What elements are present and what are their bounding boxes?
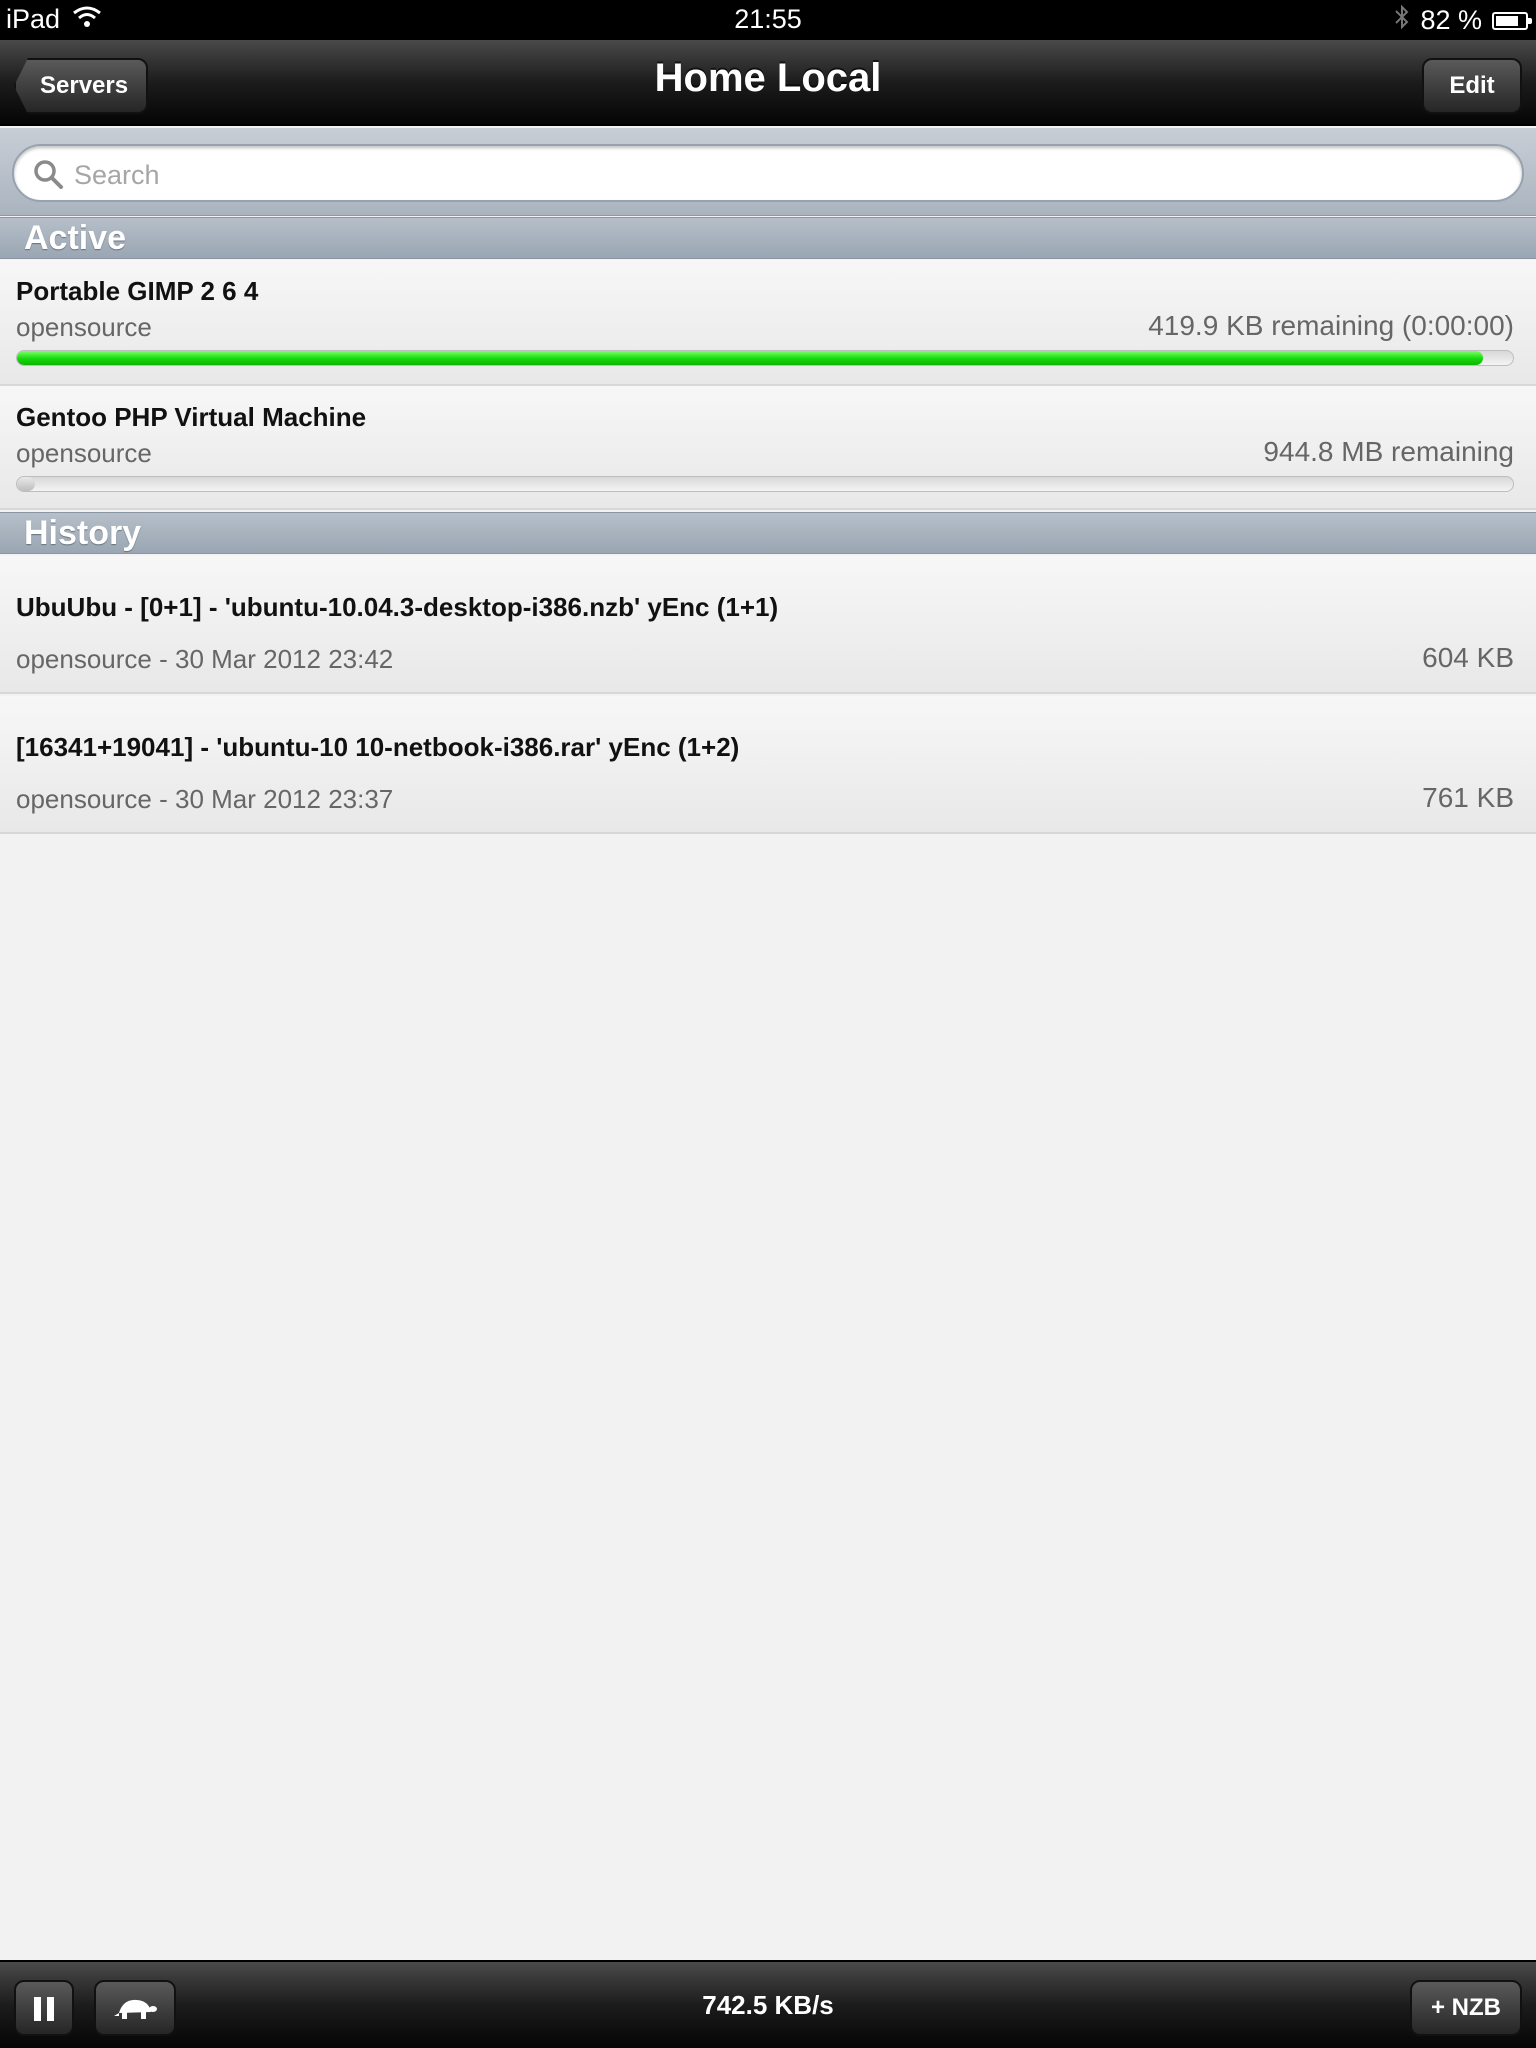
- app-screen: iPad 21:55 82 % Servers Home Local Edit …: [0, 0, 1536, 2048]
- history-title: [16341+19041] - 'ubuntu-10 10-netbook-i3…: [16, 732, 740, 762]
- history-row[interactable]: UbuUbu - [0+1] - 'ubuntu-10.04.3-desktop…: [0, 556, 1536, 694]
- active-download-row[interactable]: Portable GIMP 2 6 4 opensource 419.9 KB …: [0, 260, 1536, 386]
- navigation-bar: Servers Home Local Edit: [0, 40, 1536, 126]
- battery-percent: 82 %: [1420, 5, 1482, 35]
- download-remaining: 419.9 KB remaining (0:00:00): [1148, 310, 1514, 341]
- bottom-toolbar: 742.5 KB/s + NZB: [0, 1960, 1536, 2048]
- download-remaining: 944.8 MB remaining: [1263, 436, 1514, 467]
- section-header-active: Active: [0, 217, 1536, 259]
- status-time: 21:55: [734, 4, 802, 34]
- history-size: 604 KB: [1422, 642, 1514, 673]
- download-category: opensource: [16, 312, 152, 342]
- bluetooth-icon: [1394, 4, 1410, 37]
- add-nzb-button[interactable]: + NZB: [1410, 1980, 1522, 2036]
- search-input[interactable]: Search: [12, 144, 1524, 202]
- download-progress-bar: [16, 476, 1514, 492]
- status-right: 82 %: [1394, 4, 1532, 37]
- download-category: opensource: [16, 438, 152, 468]
- history-title: UbuUbu - [0+1] - 'ubuntu-10.04.3-desktop…: [16, 592, 779, 622]
- download-title: Gentoo PHP Virtual Machine: [16, 402, 367, 432]
- search-icon: [32, 158, 64, 190]
- edit-button[interactable]: Edit: [1422, 58, 1522, 114]
- active-download-row[interactable]: Gentoo PHP Virtual Machine opensource 94…: [0, 386, 1536, 510]
- section-header-history: History: [0, 512, 1536, 554]
- battery-icon: [1492, 11, 1532, 30]
- history-row[interactable]: [16341+19041] - 'ubuntu-10 10-netbook-i3…: [0, 696, 1536, 834]
- history-size: 761 KB: [1422, 782, 1514, 813]
- progress-fill: [17, 351, 1484, 365]
- history-meta: opensource - 30 Mar 2012 23:37: [16, 784, 394, 814]
- search-bar: Search: [0, 128, 1536, 216]
- download-speed: 742.5 KB/s: [702, 1990, 834, 2020]
- status-bar: iPad 21:55 82 %: [0, 0, 1536, 40]
- battery-fill: [1496, 15, 1519, 26]
- search-placeholder: Search: [74, 160, 160, 190]
- download-progress-bar: [16, 350, 1514, 366]
- page-title: Home Local: [654, 56, 882, 100]
- progress-fill: [17, 477, 35, 491]
- download-title: Portable GIMP 2 6 4: [16, 276, 259, 306]
- history-meta: opensource - 30 Mar 2012 23:42: [16, 644, 394, 674]
